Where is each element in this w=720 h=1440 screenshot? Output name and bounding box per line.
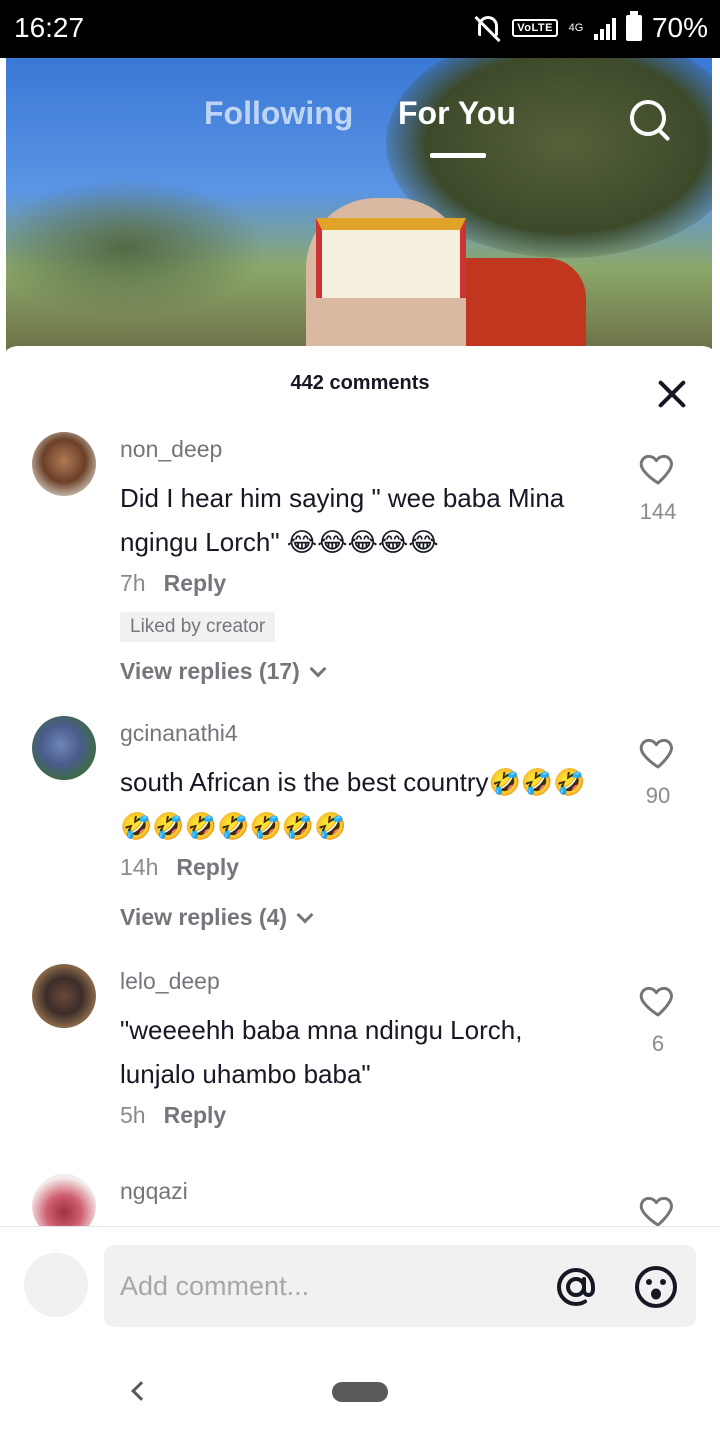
view-replies-label: View replies (4) <box>120 904 288 930</box>
battery-icon <box>625 11 642 41</box>
comment-username[interactable]: lelo_deep <box>120 968 220 995</box>
avatar[interactable] <box>32 432 96 496</box>
video-headband <box>316 218 466 298</box>
at-sign-icon[interactable] <box>552 1263 600 1311</box>
comment-time: 7h <box>120 570 146 596</box>
status-bar: 16:27 VoLTE 4G 70% <box>0 0 720 58</box>
network-type: 4G <box>568 21 584 34</box>
chevron-down-icon <box>309 660 327 677</box>
status-icons: VoLTE 4G 70% <box>474 11 708 44</box>
status-time: 16:27 <box>14 12 85 43</box>
bell-off-icon <box>474 14 502 43</box>
video-bush <box>6 178 266 318</box>
back-icon[interactable] <box>131 1381 151 1401</box>
search-icon[interactable] <box>628 98 674 144</box>
volte-badge: VoLTE <box>512 19 558 37</box>
comment-time: 5h <box>120 1102 146 1128</box>
my-avatar <box>24 1253 88 1317</box>
reply-button[interactable]: Reply <box>176 854 239 880</box>
comment-text: Did I hear him saying " wee baba Mina ng… <box>120 483 565 557</box>
like-count: 90 <box>645 783 671 808</box>
liked-by-creator-badge: Liked by creator <box>120 612 276 642</box>
battery-percent: 70% <box>651 12 708 43</box>
heart-icon[interactable] <box>638 448 678 488</box>
comment-item: ngqazi <box>0 1174 720 1226</box>
like-button[interactable]: 90 <box>626 732 690 809</box>
comment-input-box[interactable] <box>104 1245 696 1327</box>
comment-username[interactable]: ngqazi <box>120 1178 188 1205</box>
comment-text: "weeeehh baba mna ndingu Lorch, lunjalo … <box>120 1015 523 1089</box>
tab-following[interactable]: Following <box>204 95 353 132</box>
active-tab-indicator <box>430 153 486 158</box>
view-replies-button[interactable]: View replies (17) <box>120 658 327 685</box>
heart-icon[interactable] <box>638 1190 678 1226</box>
reply-button[interactable]: Reply <box>164 570 227 596</box>
comment-username[interactable]: non_deep <box>120 436 222 463</box>
system-nav-bar <box>0 1344 720 1440</box>
like-button[interactable] <box>626 1190 690 1226</box>
home-pill[interactable] <box>332 1382 388 1402</box>
comment-meta: 14h Reply <box>120 854 239 881</box>
reply-button[interactable]: Reply <box>164 1102 227 1128</box>
like-count: 6 <box>651 1031 665 1056</box>
comment-username[interactable]: gcinanathi4 <box>120 720 238 747</box>
avatar[interactable] <box>32 716 96 780</box>
chevron-down-icon <box>296 906 314 923</box>
avatar[interactable] <box>32 964 96 1028</box>
comment-input[interactable] <box>120 1245 520 1327</box>
comment-input-bar <box>0 1226 720 1344</box>
emoji-icon[interactable] <box>632 1263 680 1311</box>
comment-time: 14h <box>120 854 159 880</box>
comment-text: south African is the best country🤣🤣🤣🤣🤣🤣🤣… <box>120 767 586 841</box>
heart-icon[interactable] <box>638 980 678 1020</box>
close-icon[interactable] <box>656 378 688 410</box>
tab-for-you[interactable]: For You <box>398 95 516 132</box>
like-button[interactable]: 6 <box>626 980 690 1057</box>
signal-icon <box>593 16 616 40</box>
comment-meta: 7h Reply <box>120 570 226 597</box>
like-button[interactable]: 144 <box>626 448 690 525</box>
like-count: 144 <box>639 499 677 524</box>
heart-icon[interactable] <box>638 732 678 772</box>
avatar[interactable] <box>32 1174 96 1226</box>
feed-tabs: Following For You <box>0 95 720 165</box>
comment-count: 442 comments <box>290 372 430 394</box>
view-replies-button[interactable]: View replies (4) <box>120 904 314 931</box>
view-replies-label: View replies (17) <box>120 658 300 684</box>
comment-meta: 5h Reply <box>120 1102 226 1129</box>
